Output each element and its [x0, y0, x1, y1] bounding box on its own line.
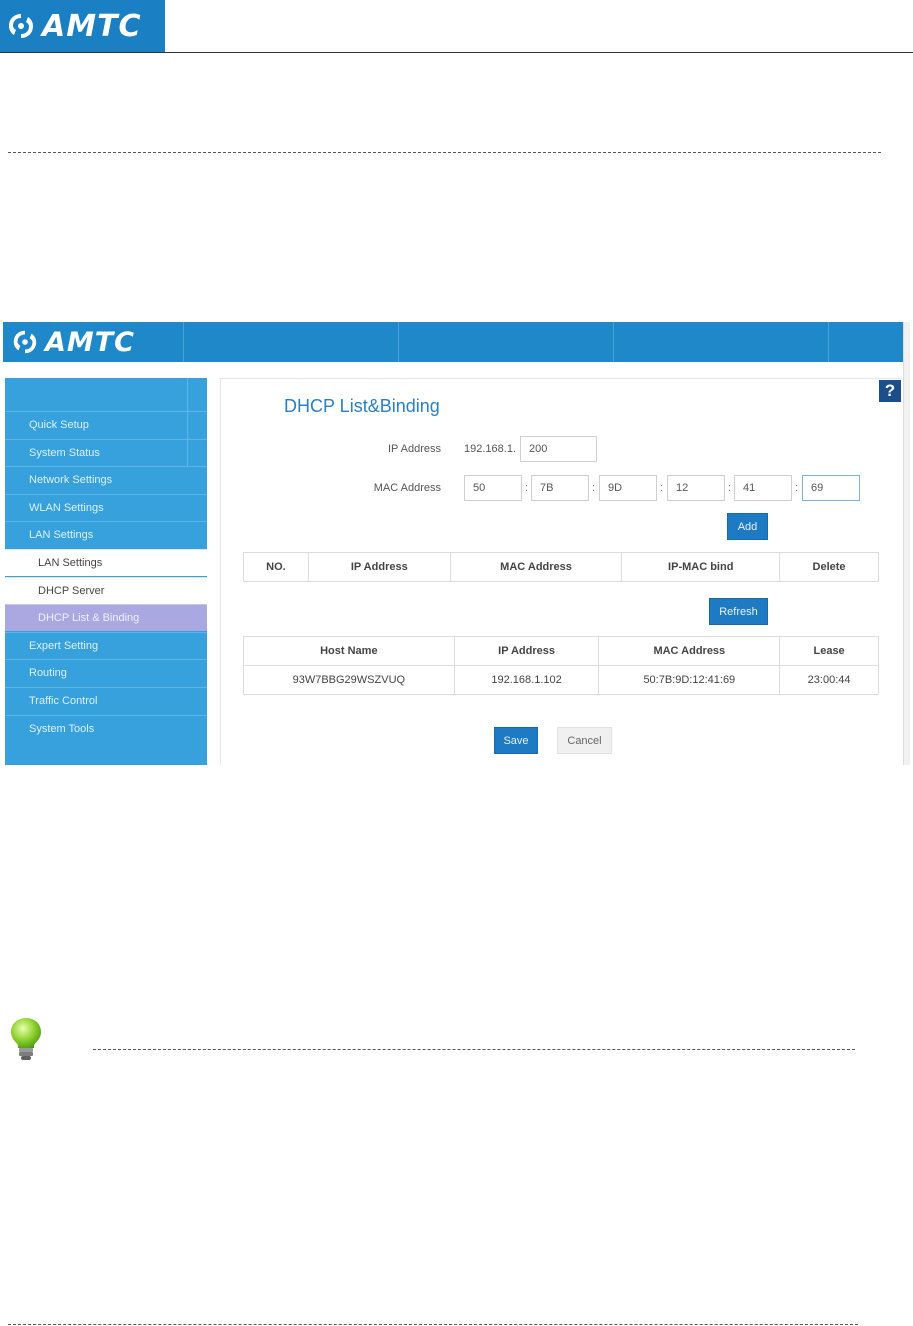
amtc-logo: AMTC — [6, 9, 142, 44]
logo-swirl-icon — [9, 14, 33, 38]
mac-octet-5-input[interactable] — [734, 475, 792, 501]
help-button[interactable]: ? — [879, 380, 901, 402]
router-topbar: AMTC — [3, 322, 903, 362]
binding-table-header: NO. IP Address MAC Address IP-MAC bind D… — [243, 552, 879, 582]
sidebar-item-system-status[interactable]: System Status — [5, 439, 207, 466]
refresh-button[interactable]: Refresh — [709, 598, 768, 625]
logo-text: AMTC — [42, 8, 142, 44]
mac-address-label: MAC Address — [373, 482, 441, 494]
sidebar-item-routing[interactable]: Routing — [5, 659, 207, 686]
sidebar-item-expert-setting[interactable]: Expert Setting — [5, 632, 207, 659]
sidebar-item-system-tools[interactable]: System Tools — [5, 715, 207, 742]
router-logo-text: AMTC — [45, 326, 135, 358]
page-title: DHCP List&Binding — [284, 396, 440, 416]
router-screenshot: AMTC Quick Setup System Status Network S… — [3, 322, 910, 765]
ip-last-octet-input[interactable] — [520, 436, 597, 462]
ip-prefix: 192.168.1. — [464, 443, 516, 455]
sidebar-item-network-settings[interactable]: Network Settings — [5, 466, 207, 493]
col-header-ip-address: IP Address — [453, 636, 600, 666]
topbar-divider — [183, 322, 184, 362]
mac-octet-3-input[interactable] — [599, 475, 657, 501]
sidebar: Quick Setup System Status Network Settin… — [5, 378, 207, 765]
save-button[interactable]: Save — [494, 727, 538, 754]
col-header-mac-address: MAC Address — [598, 636, 781, 666]
logo-swirl-icon — [13, 330, 37, 354]
cancel-button[interactable]: Cancel — [557, 727, 612, 754]
topbar-divider — [828, 322, 829, 362]
page-scrollbar[interactable] — [903, 322, 910, 765]
col-header-host-name: Host Name — [243, 636, 455, 666]
ip-address-label: IP Address — [388, 443, 441, 455]
mac-octet-1-input[interactable] — [464, 475, 522, 501]
col-header-lease: Lease — [779, 636, 879, 666]
mac-separator: : — [525, 482, 529, 494]
mac-separator: : — [660, 482, 664, 494]
mac-octet-2-input[interactable] — [531, 475, 589, 501]
col-header-no: NO. — [243, 552, 309, 582]
lease-cell: 23:00:44 — [779, 665, 879, 695]
document-logo: AMTC — [0, 0, 165, 52]
col-header-mac-address: MAC Address — [449, 552, 623, 582]
sidebar-item-lan-settings[interactable]: LAN Settings — [5, 521, 207, 548]
sidebar-item-quick-setup[interactable]: Quick Setup — [5, 411, 207, 438]
client-table-header: Host Name IP Address MAC Address Lease — [243, 636, 879, 666]
dashed-divider-bottom — [8, 1324, 858, 1325]
col-header-delete: Delete — [779, 552, 879, 582]
sidebar-subitem-dhcp-server[interactable]: DHCP Server — [5, 577, 207, 604]
mac-octet-6-input[interactable] — [802, 475, 860, 501]
mac-separator: : — [592, 482, 596, 494]
host-name-cell: 93W7BBG29WSZVUQ — [243, 665, 455, 695]
col-header-ip-mac-bind: IP-MAC bind — [621, 552, 781, 582]
ip-address-cell: 192.168.1.102 — [453, 665, 600, 695]
binding-table: NO. IP Address MAC Address IP-MAC bind D… — [243, 552, 879, 582]
lightbulb-tip-icon — [11, 1018, 41, 1060]
sidebar-item-traffic-control[interactable]: Traffic Control — [5, 687, 207, 714]
mac-separator: : — [795, 482, 799, 494]
mac-address-cell: 50:7B:9D:12:41:69 — [598, 665, 781, 695]
header-rule — [0, 52, 913, 53]
dashed-divider-tip — [93, 1049, 855, 1050]
sidebar-subitem-lan-settings[interactable]: LAN Settings — [5, 549, 207, 576]
table-row: 93W7BBG29WSZVUQ 192.168.1.102 50:7B:9D:1… — [243, 665, 879, 695]
col-header-ip-address: IP Address — [307, 552, 451, 582]
mac-octet-4-input[interactable] — [667, 475, 725, 501]
mac-separator: : — [728, 482, 732, 494]
topbar-divider — [613, 322, 614, 362]
sidebar-item-wlan-settings[interactable]: WLAN Settings — [5, 494, 207, 521]
topbar-divider — [398, 322, 399, 362]
add-button[interactable]: Add — [727, 513, 768, 540]
dhcp-client-table: Host Name IP Address MAC Address Lease 9… — [243, 636, 879, 695]
router-logo: AMTC — [11, 322, 135, 362]
dashed-divider-top — [8, 152, 881, 153]
sidebar-subitem-dhcp-list-binding[interactable]: DHCP List & Binding — [5, 604, 207, 631]
